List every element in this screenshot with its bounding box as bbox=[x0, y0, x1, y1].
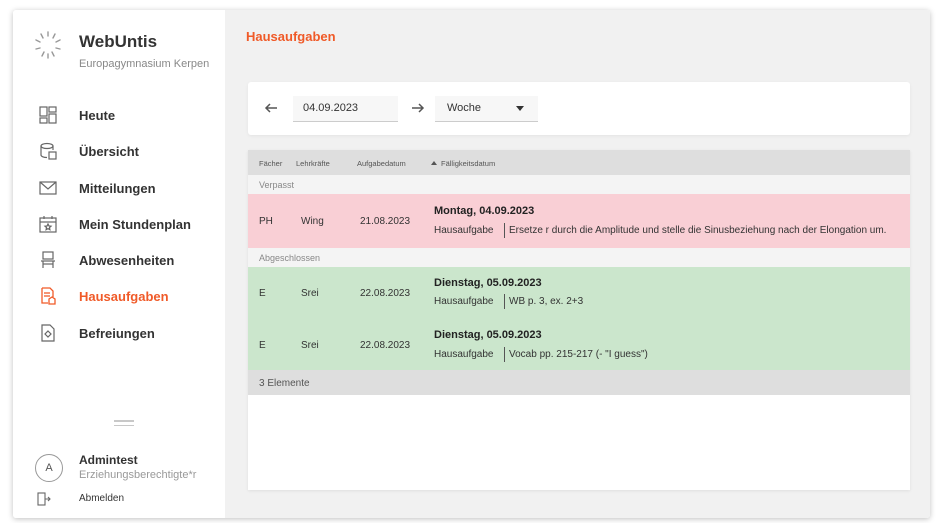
arrow-left-icon[interactable] bbox=[263, 100, 279, 116]
group-header-missed: Verpasst bbox=[248, 175, 910, 194]
dashboard-icon bbox=[39, 106, 57, 124]
cell-type: Hausaufgabe bbox=[434, 225, 494, 236]
sidebar-item-label: Mein Stundenplan bbox=[79, 216, 191, 232]
cell-subject: E bbox=[259, 288, 266, 299]
user-name: Admintest bbox=[79, 453, 138, 467]
cell-assigned-date: 22.08.2023 bbox=[360, 288, 411, 299]
sidebar-item-label: Abwesenheiten bbox=[79, 253, 175, 269]
table-row[interactable]: E Srei 22.08.2023 Dienstag, 05.09.2023 H… bbox=[248, 267, 910, 318]
range-select[interactable]: Woche bbox=[435, 96, 538, 122]
sidebar-item-hausaufgaben[interactable]: Hausaufgaben bbox=[13, 279, 225, 315]
sidebar-item-label: Übersicht bbox=[79, 144, 139, 160]
mail-icon bbox=[39, 180, 57, 195]
sidebar-collapse-handle[interactable] bbox=[114, 420, 134, 428]
table-header: Fächer Lehrkräfte Aufgabedatum Fälligkei… bbox=[248, 150, 910, 175]
chair-icon bbox=[41, 251, 55, 269]
user-profile[interactable]: A Admintest Erziehungsberechtigte*r bbox=[35, 450, 225, 490]
cell-teacher: Srei bbox=[301, 288, 319, 299]
cell-description: WB p. 3, ex. 2+3 bbox=[504, 294, 583, 309]
sidebar-item-label: Mitteilungen bbox=[79, 180, 156, 196]
table-row[interactable]: PH Wing 21.08.2023 Montag, 04.09.2023 Ha… bbox=[248, 194, 910, 248]
school-name: Europagymnasium Kerpen bbox=[79, 58, 210, 70]
column-header-due-label: Fälligkeitsdatum bbox=[441, 159, 496, 168]
date-toolbar: 04.09.2023 Woche bbox=[248, 82, 910, 135]
range-select-value: Woche bbox=[447, 102, 482, 114]
cell-due-date: Montag, 04.09.2023 bbox=[434, 205, 535, 217]
column-header-assigned[interactable]: Aufgabedatum bbox=[357, 159, 406, 168]
sort-ascending-icon bbox=[431, 161, 437, 165]
logout-label: Abmelden bbox=[79, 493, 125, 504]
sidebar-item-mitteilungen[interactable]: Mitteilungen bbox=[13, 171, 225, 207]
cell-description: Ersetze r durch die Amplitude und stelle… bbox=[504, 223, 886, 238]
exemption-icon bbox=[41, 324, 55, 342]
column-header-due[interactable]: Fälligkeitsdatum bbox=[431, 159, 495, 168]
column-header-subject[interactable]: Fächer bbox=[259, 159, 282, 168]
logout-button[interactable]: Abmelden bbox=[35, 490, 225, 510]
app-window: WebUntis Europagymnasium Kerpen Heute Üb… bbox=[13, 10, 930, 518]
app-name: WebUntis bbox=[79, 32, 158, 51]
cell-teacher: Srei bbox=[301, 340, 319, 351]
cell-type: Hausaufgabe bbox=[434, 296, 494, 307]
column-header-teacher[interactable]: Lehrkräfte bbox=[296, 159, 330, 168]
brand[interactable]: WebUntis Europagymnasium Kerpen bbox=[33, 28, 223, 78]
sidebar-item-uebersicht[interactable]: Übersicht bbox=[13, 134, 225, 170]
date-input[interactable]: 04.09.2023 bbox=[293, 96, 398, 122]
handle-line bbox=[114, 420, 134, 422]
page-title: Hausaufgaben bbox=[246, 29, 336, 44]
main-nav: Heute Übersicht Mitteilungen Mein Stunde… bbox=[13, 98, 225, 352]
homework-icon bbox=[41, 287, 56, 306]
sidebar-item-heute[interactable]: Heute bbox=[13, 98, 225, 134]
cell-due-date: Dienstag, 05.09.2023 bbox=[434, 329, 542, 341]
cell-teacher: Wing bbox=[301, 216, 324, 227]
sidebar-item-stundenplan[interactable]: Mein Stundenplan bbox=[13, 207, 225, 243]
cell-type: Hausaufgabe bbox=[434, 349, 494, 360]
sidebar-item-befreiungen[interactable]: Befreiungen bbox=[13, 316, 225, 352]
sidebar-item-label: Hausaufgaben bbox=[79, 289, 169, 305]
arrow-right-icon[interactable] bbox=[410, 100, 426, 116]
cell-assigned-date: 21.08.2023 bbox=[360, 216, 411, 227]
handle-line bbox=[114, 424, 134, 426]
webuntis-logo-icon bbox=[35, 31, 61, 59]
logout-icon bbox=[37, 492, 51, 506]
group-header-done: Abgeschlossen bbox=[248, 248, 910, 267]
sidebar-item-abwesenheiten[interactable]: Abwesenheiten bbox=[13, 243, 225, 279]
cell-assigned-date: 22.08.2023 bbox=[360, 340, 411, 351]
cell-description: Vocab pp. 215-217 (- "I guess") bbox=[504, 347, 648, 362]
cell-subject: PH bbox=[259, 216, 273, 227]
sidebar-item-label: Befreiungen bbox=[79, 325, 155, 341]
item-count: 3 Elemente bbox=[248, 370, 910, 395]
user-role: Erziehungsberechtigte*r bbox=[79, 469, 197, 481]
avatar: A bbox=[35, 454, 63, 482]
overview-icon bbox=[40, 143, 57, 160]
sidebar-item-label: Heute bbox=[79, 108, 116, 123]
table-row[interactable]: E Srei 22.08.2023 Dienstag, 05.09.2023 H… bbox=[248, 318, 910, 370]
homework-table: Fächer Lehrkräfte Aufgabedatum Fälligkei… bbox=[248, 150, 910, 490]
cell-due-date: Dienstag, 05.09.2023 bbox=[434, 277, 542, 289]
cell-subject: E bbox=[259, 340, 266, 351]
chevron-down-icon bbox=[516, 106, 524, 111]
main-content: Hausaufgaben 04.09.2023 Woche Fächer Leh… bbox=[225, 10, 930, 518]
calendar-icon bbox=[39, 215, 57, 233]
sidebar: WebUntis Europagymnasium Kerpen Heute Üb… bbox=[13, 10, 225, 518]
